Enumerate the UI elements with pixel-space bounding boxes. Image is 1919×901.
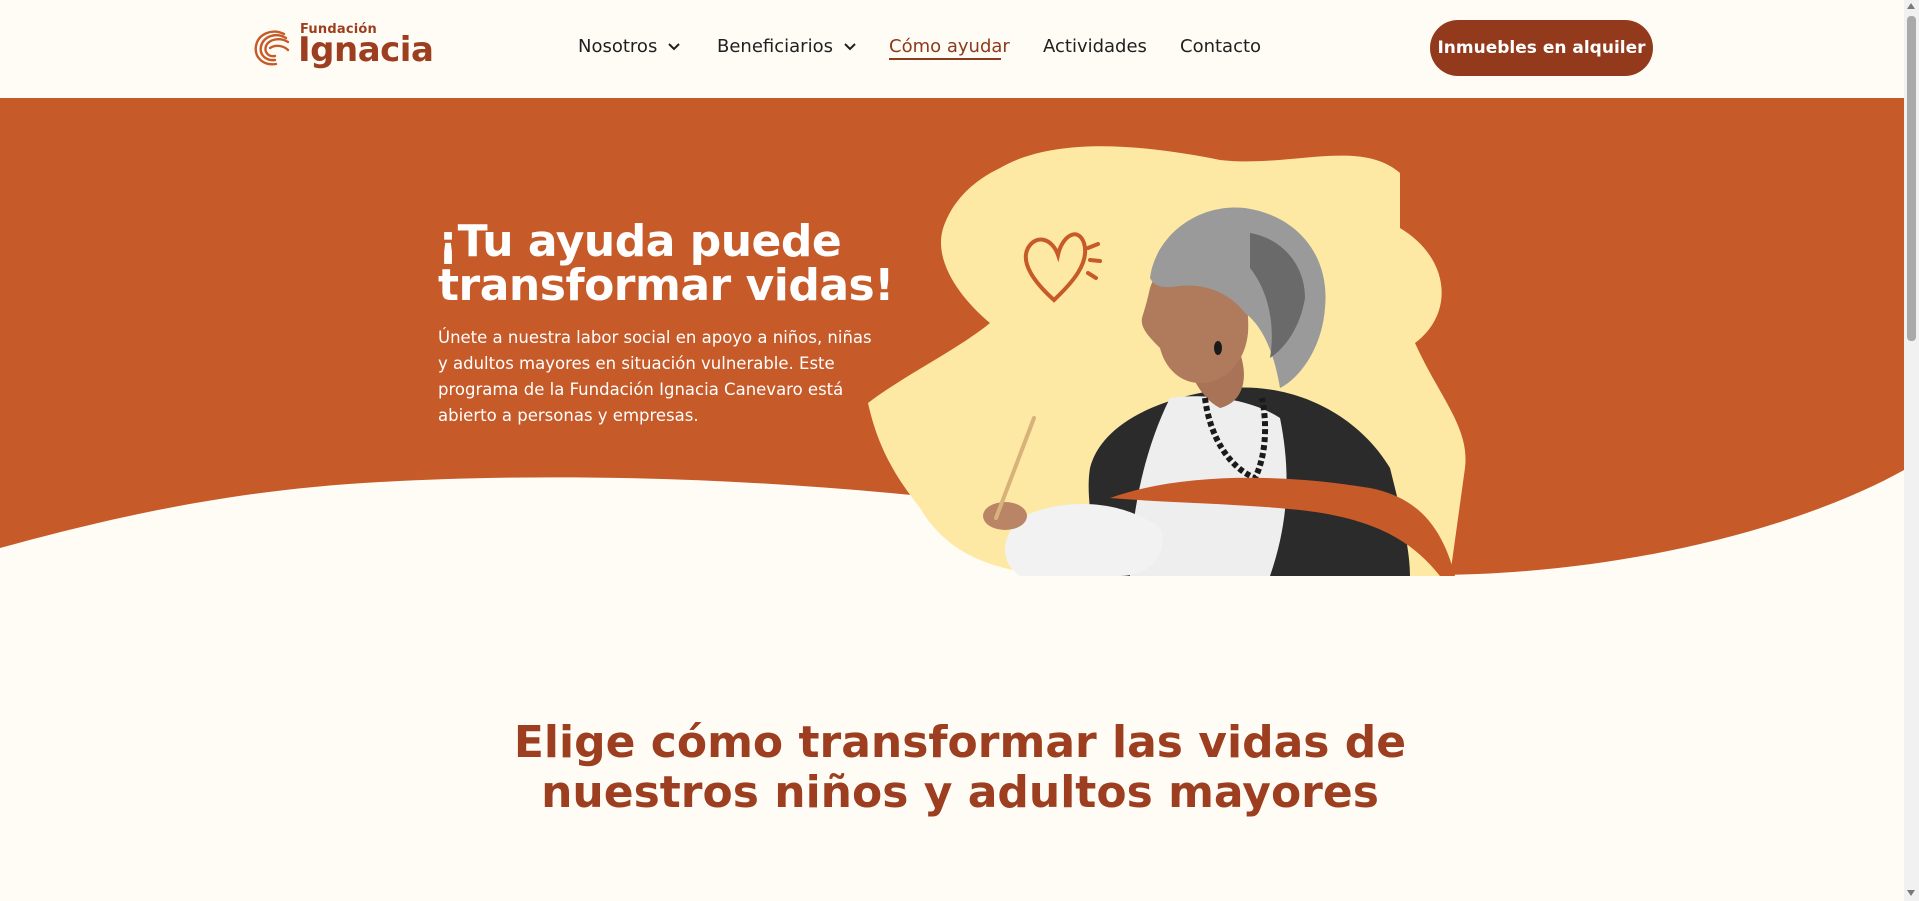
scroll-up-arrow-icon[interactable]	[1907, 3, 1915, 9]
scroll-down-arrow-icon[interactable]	[1907, 890, 1915, 896]
rentals-button[interactable]: Inmuebles en alquiler	[1430, 20, 1653, 76]
nav-item-nosotros[interactable]: Nosotros	[578, 36, 681, 57]
chevron-down-icon	[844, 42, 856, 50]
page-scrollbar[interactable]	[1904, 0, 1919, 901]
logo-mark-icon	[254, 30, 290, 66]
nav-item-beneficiarios[interactable]: Beneficiarios	[717, 36, 857, 57]
chevron-down-icon	[668, 42, 681, 50]
nav-item-label: Contacto	[1180, 36, 1262, 57]
nav-item-contacto[interactable]: Contacto	[1180, 36, 1261, 57]
nav-item-label: Beneficiarios	[717, 36, 833, 57]
nav-item-label: Cómo ayudar	[889, 36, 1010, 57]
active-nav-underline	[889, 58, 1001, 60]
logo[interactable]: Fundación Ignacia	[250, 22, 434, 74]
hero-description: Únete a nuestra labor social en apoyo a …	[438, 328, 872, 425]
scroll-thumb[interactable]	[1907, 16, 1916, 341]
site-header: Fundación Ignacia Nosotros Beneficiarios…	[0, 0, 1904, 98]
nav-item-como-ayudar[interactable]: Cómo ayudar	[889, 36, 1010, 57]
nav-item-actividades[interactable]: Actividades	[1043, 36, 1147, 57]
hero-background	[0, 98, 1904, 576]
hero-title: ¡Tu ayuda puede transformar vidas!	[438, 216, 894, 311]
logo-text-big: Ignacia	[298, 30, 434, 70]
nav-item-label: Actividades	[1043, 36, 1147, 57]
section-title: Elige cómo transformar las vidas de nues…	[513, 717, 1407, 818]
nav-item-label: Nosotros	[578, 36, 658, 57]
